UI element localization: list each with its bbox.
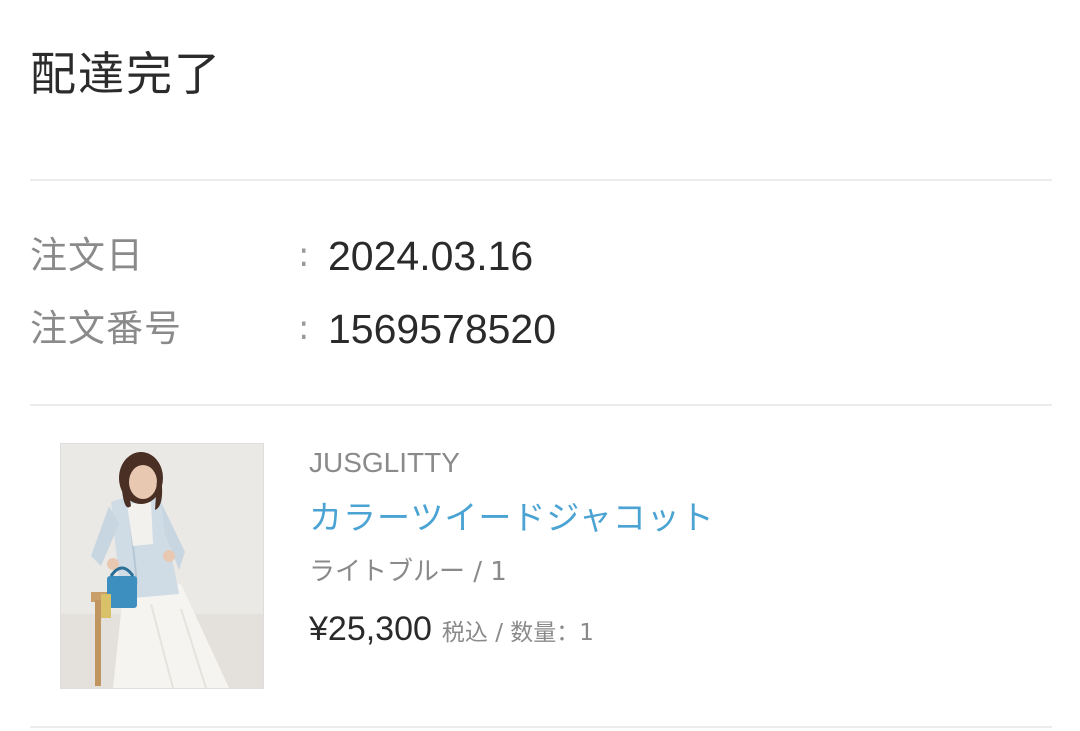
product-name-link[interactable]: カラーツイードジャコット [309, 495, 715, 541]
order-date-colon: : [298, 235, 310, 275]
order-date-value: 2024.03.16 [328, 233, 534, 279]
order-number-label: 注文番号 [30, 307, 182, 350]
order-date-label: 注文日 [30, 234, 144, 277]
order-number-colon: : [298, 308, 310, 348]
divider-bottom [30, 726, 1052, 728]
product-thumbnail[interactable] [60, 443, 264, 689]
order-number-value: 1569578520 [328, 306, 557, 352]
product-price: ¥25,300 [309, 610, 432, 648]
order-number-row: 注文番号 : 1569578520 [30, 303, 1030, 355]
order-status-title: 配達完了 [30, 47, 222, 101]
product-variant: ライトブルー / 1 [309, 557, 507, 587]
product-brand: JUSGLITTY [309, 447, 460, 478]
product-price-row: ¥25,300 税込 / 数量：1 [309, 606, 594, 652]
product-photo-illustration [61, 444, 263, 688]
product-tax-quantity: 税込 / 数量：1 [441, 620, 594, 646]
order-date-row: 注文日 : 2024.03.16 [30, 230, 1030, 282]
divider-top [30, 179, 1052, 181]
divider-middle [30, 404, 1052, 406]
